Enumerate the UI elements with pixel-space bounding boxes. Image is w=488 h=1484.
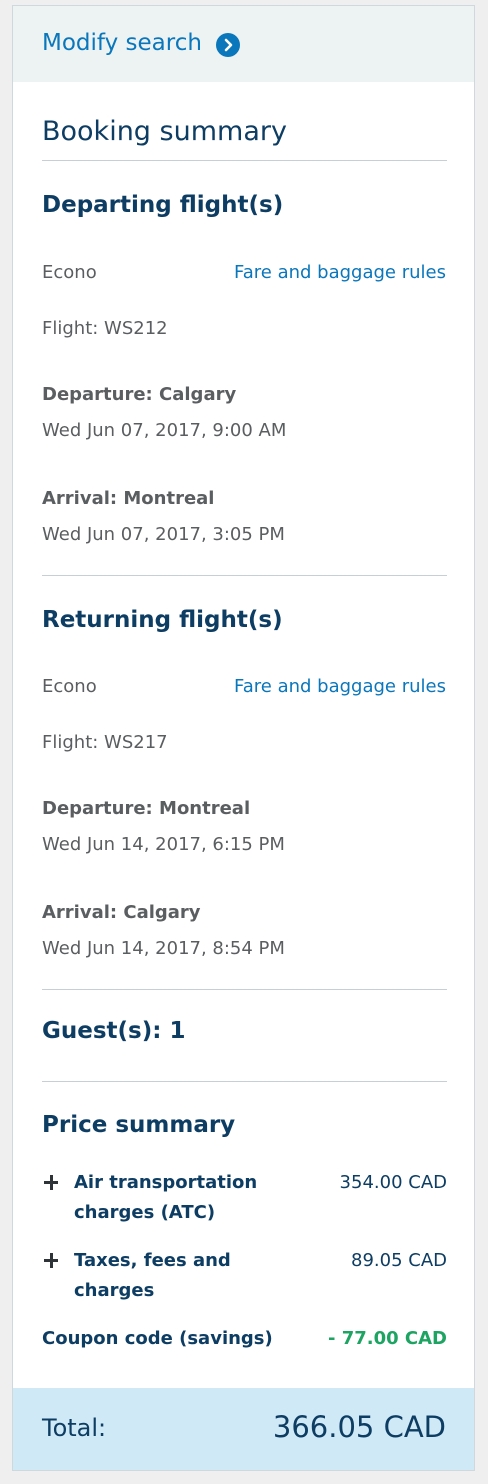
- returning-flights-title: Returning flight(s): [42, 607, 283, 633]
- coupon-row: Coupon code (savings) - 77.00 CAD: [42, 1328, 447, 1349]
- departing-departure-label: Departure: Calgary: [42, 384, 237, 405]
- returning-flight-number: Flight: WS217: [42, 732, 168, 753]
- returning-arrival-time: Wed Jun 14, 2017, 8:54 PM: [42, 938, 285, 959]
- returning-departure-label: Departure: Montreal: [42, 798, 251, 819]
- departing-departure-time: Wed Jun 07, 2017, 9:00 AM: [42, 420, 287, 441]
- divider: [42, 989, 447, 990]
- departing-fare-class: Econo: [42, 262, 97, 283]
- coupon-label: Coupon code (savings): [42, 1328, 273, 1349]
- plus-icon[interactable]: [42, 1251, 62, 1271]
- total-bar: Total: 366.05 CAD: [13, 1388, 474, 1470]
- returning-fare-class: Econo: [42, 676, 97, 697]
- price-row-value: 354.00 CAD: [339, 1172, 447, 1193]
- total-label: Total:: [42, 1414, 107, 1442]
- modify-search-bar: Modify search: [13, 6, 474, 82]
- booking-summary-panel: Modify search Booking summary Departing …: [12, 5, 475, 1471]
- divider: [42, 575, 447, 576]
- divider: [42, 160, 447, 161]
- price-row-label: Taxes, fees and charges: [74, 1250, 231, 1301]
- price-row-label: Air transportation charges (ATC): [74, 1172, 258, 1223]
- total-value: 366.05 CAD: [272, 1410, 446, 1444]
- modify-search-link[interactable]: Modify search: [42, 30, 240, 57]
- departing-fare-rules-link[interactable]: Fare and baggage rules: [234, 262, 446, 283]
- chevron-right-circle-icon[interactable]: [215, 33, 240, 57]
- booking-summary-title: Booking summary: [42, 116, 287, 147]
- divider: [42, 1081, 447, 1082]
- returning-arrival-label: Arrival: Calgary: [42, 902, 201, 923]
- departing-flight-number: Flight: WS212: [42, 318, 168, 339]
- coupon-savings-value: - 77.00 CAD: [327, 1328, 447, 1349]
- departing-arrival-time: Wed Jun 07, 2017, 3:05 PM: [42, 524, 285, 545]
- price-row-atc: Air transportation charges (ATC) 354.00 …: [42, 1168, 447, 1228]
- returning-fare-rules-link[interactable]: Fare and baggage rules: [234, 676, 446, 697]
- plus-icon[interactable]: [42, 1173, 62, 1193]
- price-row-taxes: Taxes, fees and charges 89.05 CAD: [42, 1246, 447, 1306]
- returning-departure-time: Wed Jun 14, 2017, 6:15 PM: [42, 834, 285, 855]
- modify-search-label[interactable]: Modify search: [42, 30, 202, 56]
- departing-arrival-label: Arrival: Montreal: [42, 488, 215, 509]
- price-row-value: 89.05 CAD: [351, 1250, 447, 1271]
- departing-flights-title: Departing flight(s): [42, 192, 284, 218]
- price-summary-title: Price summary: [42, 1112, 236, 1138]
- price-row-label-group[interactable]: Air transportation charges (ATC): [42, 1168, 314, 1228]
- price-row-label-group[interactable]: Taxes, fees and charges: [42, 1246, 314, 1306]
- guest-count: Guest(s): 1: [42, 1018, 186, 1044]
